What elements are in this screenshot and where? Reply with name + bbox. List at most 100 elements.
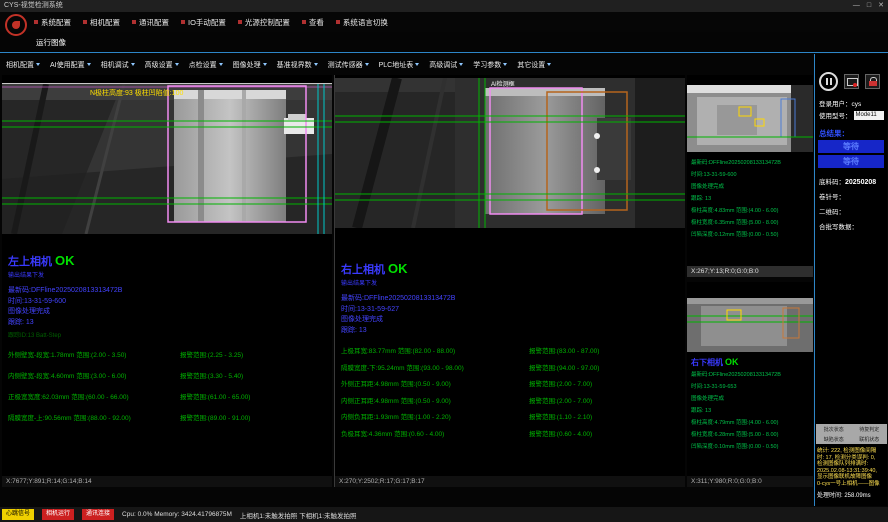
measurement-row: 负极耳宽:4.36mm 范围:(0.60 - 4.00)报警范围:(0.60 -… <box>341 428 683 438</box>
menu-icon <box>302 20 306 24</box>
result-ok-badge: OK <box>388 261 408 276</box>
track-number: 跟踪: 13 <box>8 319 330 328</box>
result-sub: 输出结果下发 <box>341 278 683 287</box>
toolbar-learn-params[interactable]: 学习参数 <box>473 60 507 70</box>
minimize-button[interactable]: — <box>853 0 860 12</box>
stats-grid: 批次状态 待复判定 缺陷状态 联机状态 <box>816 424 887 444</box>
heartbeat-indicator: 心跳信号 <box>2 509 34 520</box>
menu-view[interactable]: 查看 <box>302 17 324 28</box>
total-result-box-2: 等待 <box>818 155 884 168</box>
tabrow: 运行图像 <box>0 32 888 53</box>
window-title: CYS-视觉检测系统 <box>4 2 63 9</box>
chevron-down-icon <box>87 63 91 66</box>
menu-icon <box>181 20 185 24</box>
pixel-coords: X:311;Y:980;R:0;G:0;B:0 <box>687 476 813 487</box>
tab-run-image[interactable]: 运行图像 <box>36 32 66 53</box>
measurement-row: 外侧正耳距:4.98mm 范围:(0.50 - 9.00)报警范围:(2.00 … <box>341 378 683 388</box>
chevron-down-icon <box>547 63 551 66</box>
field-needle-number: 卷针号： <box>819 191 845 201</box>
toolbar-spot-check[interactable]: 点检设置 <box>189 60 223 70</box>
model-select[interactable]: Mode11 <box>854 111 884 120</box>
toolbar-advanced-debug[interactable]: 高级调试 <box>429 60 463 70</box>
process-status: 图像处理完成 <box>341 316 683 325</box>
track-number: 跟踪: 13 <box>341 327 683 336</box>
total-result-box-1: 等待 <box>818 140 884 153</box>
menu-icon <box>238 20 242 24</box>
menu-camera-config[interactable]: 相机配置 <box>83 17 120 28</box>
maximize-button[interactable]: □ <box>867 0 871 12</box>
left-camera-image[interactable]: N极柱高度:93 极柱凹陷值:100 <box>2 83 332 234</box>
right-camera-panel: AI检测框 右上相机 OK 输出结果下发 最新码:DFFline20250208… <box>334 75 685 487</box>
right-camera-image[interactable]: AI检测框 <box>335 78 685 228</box>
preview-bottom-results: 右下相机 OK 最新码:DFFline2025020813313472B 时间:… <box>691 356 813 453</box>
chevron-down-icon <box>263 63 267 66</box>
pixel-coords: X:267;Y:13;R:0;G:0;B:0 <box>687 266 813 277</box>
pause-icon <box>830 78 832 85</box>
menu-comm-config[interactable]: 通讯配置 <box>132 17 169 28</box>
chevron-down-icon <box>415 63 419 66</box>
menu-icon <box>34 20 38 24</box>
toolbar-other-settings[interactable]: 其它设置 <box>517 60 551 70</box>
measurement-row: 内侧负耳距:1.93mm 范围:(1.00 - 2.20)报警范围:(1.10 … <box>341 411 683 421</box>
result-sub: 输出结果下发 <box>8 270 330 279</box>
total-result-label: 总结果： <box>819 128 849 139</box>
toolbar-test-sensor[interactable]: 测试传感器 <box>328 60 369 70</box>
comm-link-indicator: 通讯连接 <box>82 509 114 520</box>
right-result-block: 右上相机 OK 输出结果下发 最新码:DFFline20250208133134… <box>341 261 683 444</box>
menu-language-switch[interactable]: 系统语言切换 <box>336 17 388 28</box>
pixel-coords: X:7677;Y:891;R:14;G:14;B:14 <box>2 476 332 487</box>
toolbar-baseline-params[interactable]: 基准视界数 <box>277 60 318 70</box>
measurement-row: 隔膜宽度-下:95.24mm 范围:(93.00 - 98.00)报警范围:(9… <box>341 362 683 372</box>
menu-system-config[interactable]: 系统配置 <box>34 17 71 28</box>
preview-top-image[interactable] <box>687 85 813 152</box>
preview-top-results: 最新码:DFFline2025020813313472B 时间:13-31-59… <box>691 157 813 241</box>
control-panel: 登录用户：cys 使用型号： Mode11 总结果： 等待 等待 底料码：202… <box>814 54 887 506</box>
toolbar-camera-debug[interactable]: 相机调试 <box>101 60 135 70</box>
capture-time: 时间:13-31-59-627 <box>341 306 683 315</box>
pause-icon <box>826 78 828 85</box>
camera-monitor-button[interactable] <box>844 74 859 89</box>
chevron-down-icon <box>219 63 223 66</box>
process-time: 处理时间: 258.09ms <box>817 490 871 499</box>
statusbar: 心跳信号 相机运行 通讯连接 Cpu: 0.0% Memory: 3424.41… <box>0 507 888 522</box>
field-batch-write: 合批写数据： <box>819 221 858 231</box>
toolbar-ai-config[interactable]: AI使用配置 <box>50 60 91 70</box>
pause-button[interactable] <box>819 72 838 91</box>
preview-bottom-image[interactable] <box>687 298 813 352</box>
overlay-label: AI检测框 <box>491 80 515 88</box>
menu-icon <box>336 20 340 24</box>
menu-io-manual[interactable]: IO手动配置 <box>181 17 226 28</box>
menu-light-control[interactable]: 光源控制配置 <box>238 17 290 28</box>
overlay-label: N极柱高度:93 极柱凹陷值:100 <box>90 88 183 97</box>
camera-result-title: 左上相机 <box>8 253 52 269</box>
menu-icon <box>83 20 87 24</box>
chevron-down-icon <box>175 63 179 66</box>
preview-camera-bottom: 右下相机 OK 最新码:DFFline2025020813313472B 时间:… <box>687 282 813 487</box>
pixel-coords: X:270;Y:2502;R:17;G:17;B:17 <box>335 476 685 487</box>
menubar: 系统配置 相机配置 通讯配置 IO手动配置 光源控制配置 查看 系统语言切换 <box>0 12 888 32</box>
lock-button[interactable] <box>865 74 880 89</box>
record-dot-icon <box>853 83 857 87</box>
stats-lines: 统计: 222, 检测图像间隔 时: 17, 检测分类误判: 0, 检测图像队列… <box>817 448 886 488</box>
camera-trigger-status: 上相机1:未触发拍照 下相机1:未触发拍照 <box>240 510 357 520</box>
chevron-down-icon <box>459 63 463 66</box>
field-qr-code: 二维码： <box>819 206 845 216</box>
latest-code: 最新码:DFFline2025020813313472B <box>8 287 330 296</box>
camera-run-indicator: 相机运行 <box>42 509 74 520</box>
field-material-code: 底料码：20250208 <box>819 176 876 186</box>
chevron-down-icon <box>365 63 369 66</box>
toolbar-camera-config[interactable]: 相机配置 <box>6 60 40 70</box>
process-status: 图像处理完成 <box>8 308 330 317</box>
titlebar: CYS-视觉检测系统 — □ ✕ <box>0 0 888 12</box>
toolbar-image-process[interactable]: 图像处理 <box>233 60 267 70</box>
close-button[interactable]: ✕ <box>878 0 884 12</box>
measurement-row: 内侧壁宽-段宽:4.60mm 范围:(3.00 - 6.00)报警范围:(3.3… <box>8 370 330 380</box>
measurement-row: 外侧壁宽-段宽:1.78mm 范围:(2.00 - 3.50)报警范围:(2.2… <box>8 349 330 359</box>
toolbar-plc-address[interactable]: PLC地址表 <box>379 60 420 70</box>
toolbar-advanced-settings[interactable]: 高级设置 <box>145 60 179 70</box>
camera-result-title: 右上相机 <box>341 261 385 277</box>
chevron-down-icon <box>36 63 40 66</box>
chevron-down-icon <box>131 63 135 66</box>
result-ok-badge: OK <box>55 253 75 268</box>
menu-icon <box>132 20 136 24</box>
